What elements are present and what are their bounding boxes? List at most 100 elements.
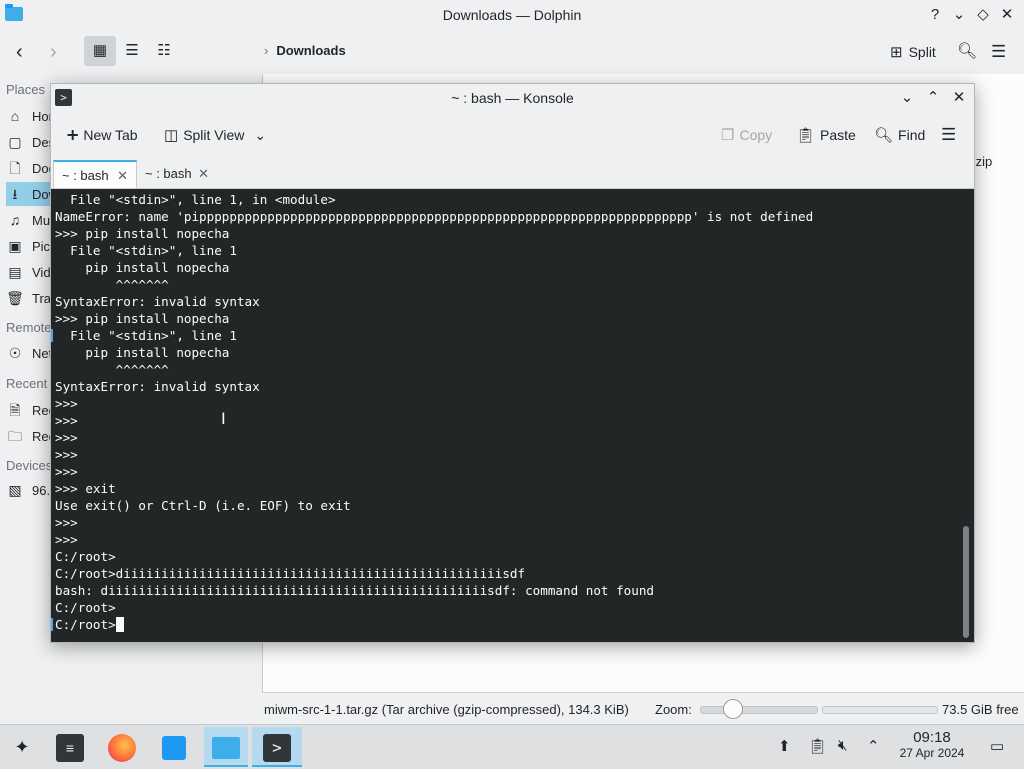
copy-icon: ❐ xyxy=(721,127,735,144)
minimize-button[interactable]: ⌄ xyxy=(948,4,970,26)
places-item-label: Trash xyxy=(32,291,50,306)
terminal-line: >>> exit xyxy=(55,481,116,496)
places-item-label: Music xyxy=(32,213,50,228)
places-item-downloads[interactable]: ⭳ Downloads xyxy=(6,182,50,206)
help-button[interactable]: ? xyxy=(924,4,946,26)
taskbar: ✦ ≡ > ⬆︎ 📋︎ 🔇︎ ⌃ 09:18 27 Apr 2024 ▭ xyxy=(0,724,1024,769)
places-item-trash[interactable]: 🗑︎ Trash xyxy=(6,286,50,310)
music-icon: ♫ xyxy=(9,212,21,228)
remote-section-header: Remote xyxy=(6,320,52,335)
places-item-home[interactable]: ⌂ Home xyxy=(6,104,50,128)
places-item-desktop[interactable]: ▢ Desktop xyxy=(6,130,50,154)
update-icon[interactable]: ⬆︎ xyxy=(778,737,791,755)
places-item-documents[interactable]: 🗋 Documents xyxy=(6,156,50,180)
task-settings[interactable]: ≡ xyxy=(50,727,90,767)
terminal-line: pip install nopecha xyxy=(55,260,230,275)
konsole-title: ~ : bash — Konsole xyxy=(451,90,574,106)
trash-icon: 🗑︎ xyxy=(6,290,24,306)
places-item-recent-files[interactable]: 🗎 Recent Files xyxy=(6,398,50,422)
search-icon[interactable]: 🔍︎ xyxy=(957,37,977,67)
terminal-line: ^^^^^^^ xyxy=(55,362,169,377)
menu-icon[interactable]: ☰ xyxy=(991,37,1006,67)
pictures-icon: ▣ xyxy=(8,238,22,254)
drive-icon: ▧ xyxy=(8,482,22,498)
split-icon: ⊞ xyxy=(890,44,903,61)
recent-locations-icon: 🗀 xyxy=(8,428,22,444)
clipboard-icon[interactable]: 📋︎ xyxy=(808,737,827,755)
breadcrumb[interactable]: › Downloads xyxy=(264,43,346,58)
close-icon[interactable]: ✕ xyxy=(198,160,209,188)
chevron-right-icon: › xyxy=(264,43,269,58)
copy-button[interactable]: ❐ Copy xyxy=(721,120,772,150)
close-button[interactable]: ✕ xyxy=(996,4,1018,26)
zoom-label: Zoom: xyxy=(655,702,692,717)
paste-button[interactable]: 📋︎ Paste xyxy=(796,120,856,150)
terminal-output: File "<stdin>", line 1, in <module> NameE… xyxy=(55,191,813,633)
tab-label: ~ : bash xyxy=(62,168,109,183)
clock[interactable]: 09:18 27 Apr 2024 xyxy=(892,729,972,760)
compact-view-icon[interactable]: ☷ xyxy=(148,36,180,66)
dolphin-titlebar[interactable]: Downloads — Dolphin ? ⌄ ◇ ✕ xyxy=(0,0,1024,30)
icons-view-icon[interactable]: ▦ xyxy=(84,36,116,66)
show-desktop-icon[interactable]: ▭ xyxy=(990,737,1004,755)
split-button[interactable]: ⊞ Split xyxy=(890,37,936,67)
app-launcher-icon[interactable]: ✦ xyxy=(2,727,42,767)
zoom-slider[interactable] xyxy=(700,706,818,714)
konsole-titlebar[interactable]: > ~ : bash — Konsole ⌄ ⌃ ✕ xyxy=(51,84,974,112)
firefox-icon xyxy=(108,733,136,762)
places-item-drive[interactable]: ▧ 96.0 GiB Internal Drive xyxy=(6,478,50,502)
volume-muted-icon[interactable]: 🔇︎ xyxy=(838,737,847,754)
task-firefox[interactable] xyxy=(102,727,142,767)
settings-icon: ≡ xyxy=(56,733,84,762)
find-button[interactable]: 🔍︎ Find xyxy=(874,120,925,150)
split-view-button[interactable]: ◫ Split View ⌄ xyxy=(164,120,266,150)
close-icon[interactable]: ✕ xyxy=(117,162,128,190)
split-view-label: Split View xyxy=(183,127,245,143)
places-item-pictures[interactable]: ▣ Pictures xyxy=(6,234,50,258)
maximize-button[interactable]: ⌃ xyxy=(922,87,944,109)
chevron-up-icon[interactable]: ⌃ xyxy=(867,737,880,755)
back-icon[interactable]: ‹ xyxy=(16,37,23,67)
terminal-scrollbar[interactable] xyxy=(963,526,969,638)
forward-icon[interactable]: › xyxy=(50,37,57,67)
dolphin-title: Downloads — Dolphin xyxy=(442,7,582,23)
terminal-line: >>> xyxy=(55,447,78,462)
new-tab-button[interactable]: ➕︎ New Tab xyxy=(67,120,138,150)
new-tab-label: New Tab xyxy=(83,127,138,143)
konsole-toolbar: ➕︎ New Tab ◫ Split View ⌄ ❐ Copy 📋︎ Paste 🔍︎ F… xyxy=(51,112,974,156)
terminal-line: File "<stdin>", line 1 xyxy=(55,243,237,258)
maximize-button[interactable]: ◇ xyxy=(972,4,994,26)
paste-label: Paste xyxy=(820,127,856,143)
clock-time: 09:18 xyxy=(913,729,951,746)
network-icon: ☉ xyxy=(8,345,22,361)
places-item-label: Network xyxy=(32,346,50,361)
places-item-videos[interactable]: ▤ Videos xyxy=(6,260,50,284)
file-name-fragment[interactable]: .zip xyxy=(972,154,992,169)
places-item-music[interactable]: ♫ Music xyxy=(6,208,50,232)
task-discover[interactable] xyxy=(154,727,194,767)
terminal-line: bash: diiiiiiiiiiiiiiiiiiiiiiiiiiiiiiiii… xyxy=(55,583,654,598)
terminal-view[interactable]: File "<stdin>", line 1, in <module> NameE… xyxy=(51,189,974,642)
close-button[interactable]: ✕ xyxy=(948,87,970,109)
new-tab-icon: ➕︎ xyxy=(67,127,79,144)
places-item-label: Downloads xyxy=(32,187,50,202)
task-konsole[interactable]: > xyxy=(252,727,302,767)
minimize-button[interactable]: ⌄ xyxy=(896,87,918,109)
task-dolphin[interactable] xyxy=(204,727,248,767)
tab-bash-2[interactable]: ~ : bash ✕ xyxy=(137,160,217,188)
breadcrumb-downloads[interactable]: Downloads xyxy=(276,43,345,58)
zoom-slider-handle[interactable] xyxy=(723,699,743,719)
places-item-recent-locations[interactable]: 🗀 Recent Locations xyxy=(6,424,50,448)
terminal-line: NameError: name 'pippppppppppppppppppppp… xyxy=(55,209,814,224)
downloads-icon: ⭳ xyxy=(12,186,18,202)
terminal-line: >>> xyxy=(55,430,78,445)
places-item-network[interactable]: ☉ Network xyxy=(6,341,50,365)
menu-icon[interactable]: ☰ xyxy=(941,120,956,150)
terminal-cursor xyxy=(115,617,124,632)
chevron-down-icon: ⌄ xyxy=(254,127,267,143)
documents-icon: 🗋 xyxy=(9,160,21,176)
places-item-label: 96.0 GiB Internal Drive xyxy=(32,483,50,498)
tab-bash-1[interactable]: ~ : bash ✕ xyxy=(53,160,137,188)
details-view-icon[interactable]: ☰ xyxy=(116,36,148,66)
places-item-label: Recent Locations xyxy=(32,429,50,444)
